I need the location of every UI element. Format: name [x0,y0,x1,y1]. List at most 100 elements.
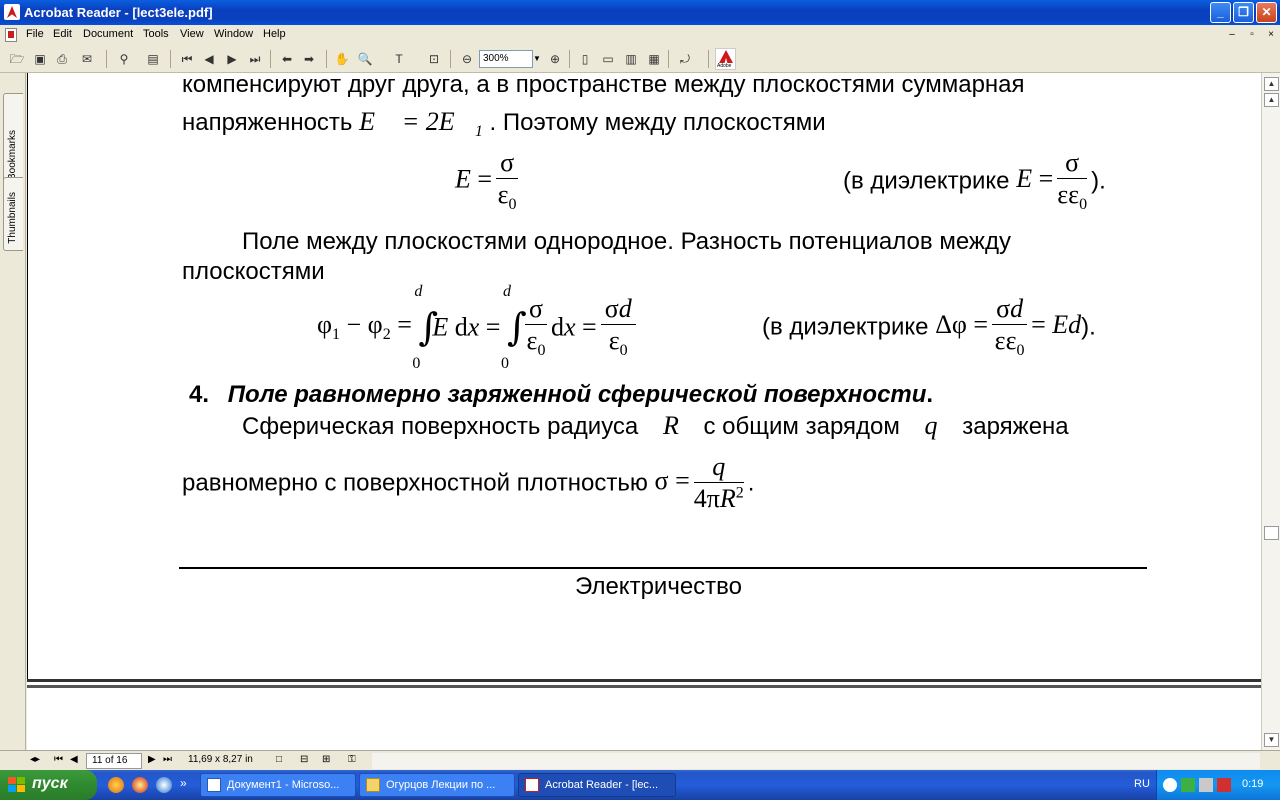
continuous-icon[interactable]: ⊟ [300,754,308,765]
text-run: ). [1081,313,1096,341]
fit-width-icon[interactable]: ▥ [622,50,640,68]
first-page-icon[interactable]: ⏮ [178,50,196,68]
last-page-icon[interactable]: ⏭ [163,754,172,765]
adobe-logo[interactable]: Adobe [715,48,736,70]
antivirus-icon[interactable] [1217,778,1231,792]
menu-file[interactable]: File [26,28,44,40]
paragraph-line: компенсируют друг друга, а в пространств… [182,73,1025,98]
save-icon[interactable]: ▣ [31,50,49,68]
print-icon[interactable]: ⎙ [53,50,71,68]
scroll-up-icon[interactable]: ▲ [1264,93,1279,107]
paragraph-line: равномерно с поверхностной плотностью σ … [182,452,755,514]
doc-minimize-button[interactable]: – [1224,29,1240,43]
actual-size-icon[interactable]: ▯ [576,50,594,68]
scroll-down-icon[interactable]: ▼ [1264,733,1279,747]
task-word[interactable]: Документ1 - Microso... [200,773,356,797]
splitter-icon[interactable]: ◂▸ [30,754,40,765]
menu-window[interactable]: Window [214,28,253,40]
section-title: Поле равномерно заряженной сферической п… [227,381,927,408]
zoom-out-icon[interactable]: ⊖ [458,50,476,68]
tab-bookmarks-label: Bookmarks [7,129,18,180]
horizontal-scrollbar[interactable] [372,753,1260,769]
single-page-icon[interactable]: □ [276,754,282,765]
close-button[interactable]: ✕ [1256,2,1277,23]
doc-restore-button[interactable]: ▫ [1244,29,1260,43]
text-run: напряженность [182,109,360,136]
word-icon [207,778,221,792]
next-page-icon[interactable]: ▶ [223,50,241,68]
language-indicator[interactable]: RU [1134,778,1150,790]
navigation-pane-icon[interactable]: ▤ [144,50,162,68]
paragraph-line: Поле между плоскостями однородное. Разно… [242,228,1011,255]
task-acrobat[interactable]: Acrobat Reader - [lec... [518,773,676,797]
scroll-up-page-icon[interactable]: ▲ [1264,77,1279,91]
zoom-dropdown-icon[interactable]: ▼ [531,50,543,68]
fit-page-icon[interactable]: ▭ [599,50,617,68]
key-icon: ⚿ [348,754,356,765]
tab-bookmarks[interactable]: Bookmarks [3,93,23,187]
firefox-icon[interactable] [108,777,124,793]
toolbar-separator [450,50,451,68]
restore-button[interactable]: ❐ [1233,2,1254,23]
prev-page-icon[interactable]: ◀ [70,754,78,765]
vertical-scrollbar[interactable]: ▲ ▲ ▼ [1261,73,1280,750]
toolbar-separator [170,50,171,68]
acrobat-icon [4,4,20,20]
facing-icon[interactable]: ⊞ [322,754,330,765]
menu-edit[interactable]: Edit [53,28,72,40]
last-page-icon[interactable]: ⏭ [246,50,264,68]
go-back-icon[interactable]: ⬅ [278,50,296,68]
quicklaunch-chevron-icon[interactable]: » [180,776,187,790]
text-select-icon[interactable]: T [390,50,408,68]
doc-close-button[interactable]: × [1263,29,1279,43]
page-footer: Электричество [575,573,742,600]
formula-e-equals-2e1: E⃗ = 2E⃗1 [359,107,483,141]
toolbar: 🗁 ▣ ⎙ ✉ ⚲ ▤ ⏮ ◀ ▶ ⏭ ⬅ ➡ ✋ 🔍 T ⊡ ⊖ ⊕ ▯ ▭ … [0,45,1280,73]
zoom-input[interactable]: 300% [479,50,533,68]
reflow-icon[interactable]: ▦ [645,50,663,68]
hand-tool-icon[interactable]: ✋ [333,50,351,68]
email-icon[interactable]: ✉ [78,50,96,68]
snapshot-icon[interactable]: ⊡ [425,50,443,68]
document-icon[interactable] [5,28,17,42]
text-run: . [747,469,755,497]
zoom-tool-icon[interactable]: 🔍 [356,50,374,68]
task-folder[interactable]: Огурцов Лекции по ... [359,773,515,797]
go-forward-icon[interactable]: ➡ [300,50,318,68]
open-icon[interactable]: 🗁 [8,50,26,68]
paragraph-line: напряженность E⃗ = 2E⃗1 . Поэтому между … [182,107,826,141]
scroll-thumb[interactable] [1264,526,1279,540]
tab-thumbnails[interactable]: Thumbnails [3,177,23,251]
start-button[interactable]: пуск [0,770,97,800]
browser-icon[interactable] [156,777,172,793]
toolbar-separator [106,50,107,68]
network-icon[interactable] [1181,778,1195,792]
minimize-button[interactable]: _ [1210,2,1231,23]
page-number-input[interactable]: 11 of 16 [86,753,142,769]
menu-view[interactable]: View [180,28,204,40]
toolbar-separator [569,50,570,68]
rotate-view-icon[interactable]: ⤾ [676,50,694,68]
menu-help[interactable]: Help [263,28,286,40]
tray-expand-icon[interactable] [1163,778,1177,792]
next-page-icon[interactable]: ▶ [148,754,156,765]
device-icon[interactable] [1199,778,1213,792]
zoom-in-icon[interactable]: ⊕ [546,50,564,68]
paragraph-line: Сферическая поверхность радиуса R с общи… [242,411,1069,441]
page-separator [27,679,1261,682]
document-view[interactable]: компенсируют друг друга, а в пространств… [27,73,1261,750]
text-run: (в диэлектрике [843,167,1017,195]
system-tray: 0:19 [1156,770,1280,800]
page-separator [27,685,1261,688]
prev-page-icon[interactable]: ◀ [200,50,218,68]
text-run: заряжена [962,413,1069,440]
opera-icon[interactable] [132,777,148,793]
first-page-icon[interactable]: ⏮ [54,754,63,765]
taskbar: пуск » Документ1 - Microso... Огурцов Ле… [0,770,1280,800]
menu-tools[interactable]: Tools [143,28,169,40]
menu-document[interactable]: Document [83,28,133,40]
symbol-q: q [924,411,938,440]
search-icon[interactable]: ⚲ [115,50,133,68]
text-run: . Поэтому между плоскостями [489,109,826,136]
folder-icon [366,778,380,792]
